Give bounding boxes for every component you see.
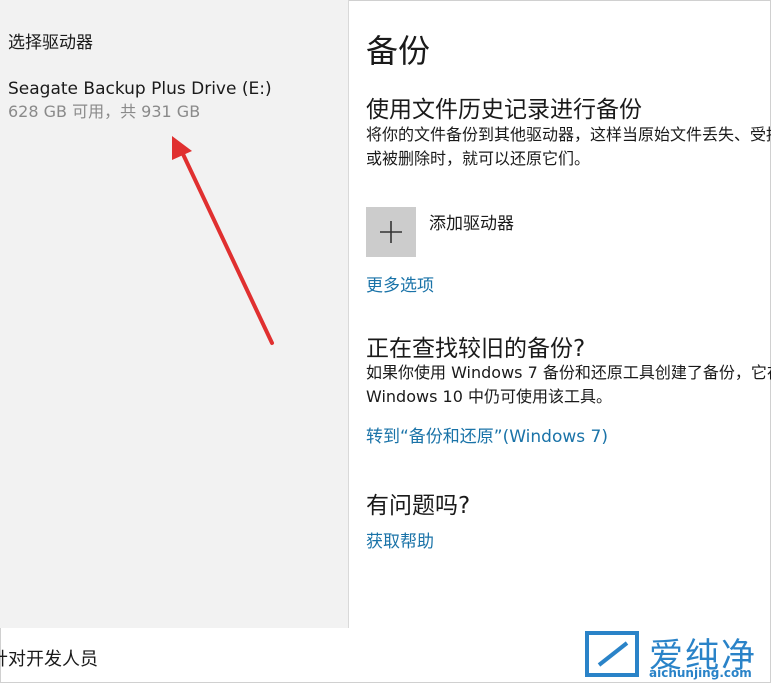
- page-title: 备份: [366, 32, 431, 70]
- more-options-link[interactable]: 更多选项: [366, 271, 434, 296]
- backup-restore-win7-link[interactable]: 转到“备份和还原”(Windows 7): [366, 422, 608, 447]
- for-developers-link[interactable]: 针对开发人员: [0, 645, 98, 671]
- file-history-heading: 使用文件历史记录进行备份: [366, 97, 642, 123]
- older-backup-heading: 正在查找较旧的备份?: [366, 336, 586, 362]
- watermark-url: aichunjing.com: [649, 666, 752, 680]
- older-backup-description: 如果你使用 Windows 7 备份和还原工具创建了备份，它在 Windows …: [366, 363, 771, 406]
- plus-icon: [380, 221, 402, 243]
- add-drive-tile: [366, 207, 416, 257]
- watermark-logo-icon: [585, 631, 639, 677]
- help-heading: 有问题吗?: [366, 493, 471, 519]
- add-drive-label: 添加驱动器: [429, 214, 514, 234]
- file-history-description: 将你的文件备份到其他驱动器，这样当原始文件丢失、受损或被删除时，就可以还原它们。: [366, 125, 771, 168]
- annotation-arrow-icon: [172, 136, 274, 345]
- drive-selection-panel: 选择驱动器 Seagate Backup Plus Drive (E:) 628…: [0, 0, 349, 628]
- get-help-link[interactable]: 获取帮助: [366, 527, 434, 552]
- watermark: 爱纯净 aichunjing.com: [583, 628, 771, 683]
- backup-settings-page: 备份 使用文件历史记录进行备份 将你的文件备份到其他驱动器，这样当原始文件丢失、…: [349, 0, 771, 628]
